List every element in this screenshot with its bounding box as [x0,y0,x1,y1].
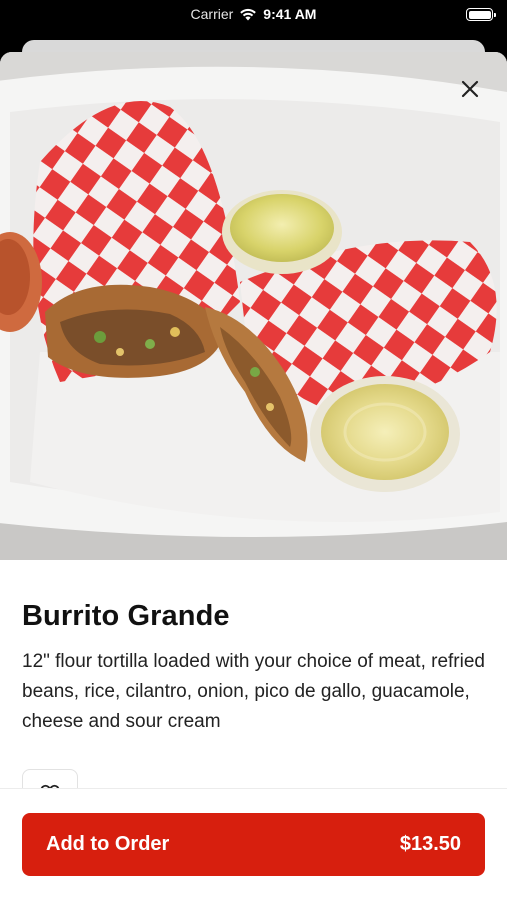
screen: Carrier 9:41 AM Burrito Grande 12" flour… [0,0,507,900]
item-detail-sheet: Burrito Grande 12" flour tortilla loaded… [0,52,507,900]
order-price: $13.50 [399,833,461,855]
item-photo [0,52,507,560]
clock: 9:41 AM [263,6,317,22]
carrier-label: Carrier [190,6,234,22]
battery-icon [466,8,496,21]
item-details: Burrito Grande 12" flour tortilla loaded… [0,560,507,825]
add-to-order-label: Add to Order [46,833,170,855]
close-button[interactable] [455,74,485,104]
status-bar: Carrier 9:41 AM [0,0,507,30]
status-center: Carrier 9:41 AM [0,6,507,22]
add-to-order-button[interactable]: Add to Order $13.50 [22,813,485,876]
bottom-action-bar: Add to Order $13.50 [0,788,507,900]
wifi-icon [239,8,257,21]
item-description: 12" flour tortilla loaded with your choi… [22,651,485,732]
item-title: Burrito Grande [22,600,230,632]
close-icon [461,80,479,98]
